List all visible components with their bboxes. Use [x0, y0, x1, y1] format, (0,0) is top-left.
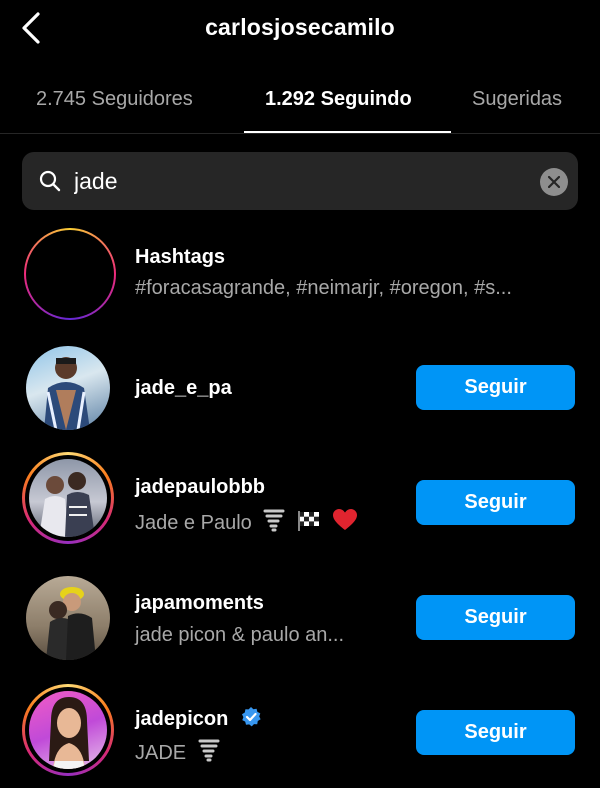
- tab-followers[interactable]: 2.745 Seguidores: [36, 88, 193, 111]
- clear-search-button[interactable]: [540, 168, 568, 196]
- user-fullname: JADE: [135, 738, 220, 765]
- clear-icon: [548, 176, 560, 188]
- user-fullname: jade picon & paulo an...: [135, 624, 345, 646]
- search-input[interactable]: [74, 162, 514, 200]
- profile-username-title: carlosjosecamilo: [205, 14, 395, 40]
- avatar[interactable]: [22, 572, 114, 664]
- avatar-with-story-ring[interactable]: [22, 452, 114, 544]
- hashtags-result-row[interactable]: Hashtags #foracasagrande, #neimarjr, #or…: [0, 228, 600, 338]
- hashtag-icon: [50, 249, 90, 299]
- verified-badge-icon: [241, 707, 261, 727]
- avatar-with-story-ring[interactable]: [22, 684, 114, 776]
- avatar[interactable]: [22, 342, 114, 434]
- follow-button[interactable]: Seguir: [416, 595, 575, 640]
- tab-following[interactable]: 1.292 Seguindo: [265, 88, 412, 111]
- username: jadepicon: [135, 708, 229, 730]
- username: jadepaulobbb: [135, 476, 265, 498]
- follow-button[interactable]: Seguir: [416, 365, 575, 410]
- username: jade_e_pa: [135, 377, 232, 399]
- search-bar[interactable]: [22, 152, 578, 210]
- checkered-flag-emoji-icon: [297, 511, 319, 531]
- hashtags-list: #foracasagrande, #neimarjr, #oregon, #s.…: [135, 277, 512, 299]
- red-heart-emoji-icon: [333, 509, 358, 530]
- tab-suggested[interactable]: Sugeridas: [472, 88, 562, 111]
- user-fullname: Jade e Paulo: [135, 508, 358, 535]
- username-row: jadepicon: [135, 706, 262, 731]
- follow-button[interactable]: Seguir: [416, 710, 575, 755]
- username: japamoments: [135, 592, 264, 614]
- follow-button[interactable]: Seguir: [416, 480, 575, 525]
- user-result-row[interactable]: jadepaulobbb Jade e Paulo Seguir: [0, 452, 600, 562]
- user-result-row[interactable]: japamoments jade picon & paulo an... Seg…: [0, 572, 600, 682]
- hashtags-title: Hashtags: [135, 246, 226, 268]
- header-bar: carlosjosecamilo: [0, 0, 600, 60]
- tornado-emoji-icon: [263, 509, 285, 532]
- user-result-row[interactable]: jade_e_pa Seguir: [0, 342, 600, 452]
- hashtag-avatar: [24, 228, 116, 320]
- user-fullname-text: JADE: [135, 742, 187, 764]
- search-icon: [39, 170, 61, 192]
- active-tab-indicator: [244, 131, 451, 133]
- user-fullname-text: Jade e Paulo: [135, 512, 252, 534]
- follow-tabs: 2.745 Seguidores 1.292 Seguindo Sugerida…: [0, 68, 600, 134]
- user-result-row[interactable]: jadepicon JADE Seguir: [0, 684, 600, 788]
- tornado-emoji-icon: [198, 739, 220, 762]
